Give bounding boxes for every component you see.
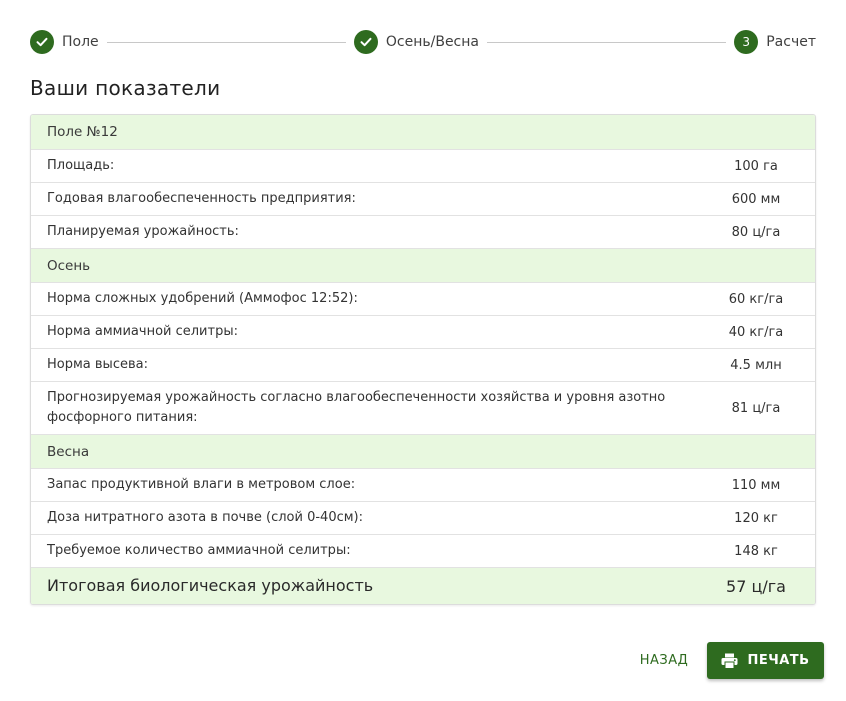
row-value: 600 мм xyxy=(731,191,781,207)
check-icon xyxy=(353,30,378,54)
stepper: Поле Осень/Весна 3 Расчет xyxy=(30,29,816,55)
total-row: Итоговая биологическая урожайность 57 ц/… xyxy=(31,567,815,604)
step-connector xyxy=(487,41,727,43)
row-value: 110 мм xyxy=(731,477,781,493)
step-autumn-spring[interactable]: Осень/Весна xyxy=(353,30,479,54)
row-label: Годовая влагообеспеченность предприятия: xyxy=(47,191,356,206)
table-row: Планируемая урожайность: 80 ц/га xyxy=(31,215,815,248)
print-label: ПЕЧАТЬ xyxy=(747,653,810,668)
row-label: Норма аммиачной селитры: xyxy=(47,324,238,339)
row-value: 120 кг xyxy=(734,510,778,526)
table-row: Норма сложных удобрений (Аммофос 12:52):… xyxy=(31,282,815,315)
row-label: Требуемое количество аммиачной селитры: xyxy=(47,543,351,558)
section-header-spring: Весна xyxy=(31,434,815,468)
row-value: 40 кг/га xyxy=(728,324,784,340)
section-title: Поле №12 xyxy=(47,124,118,140)
step-field[interactable]: Поле xyxy=(30,30,99,54)
table-row: Норма аммиачной селитры: 40 кг/га xyxy=(31,315,815,348)
section-header-field: Поле №12 xyxy=(31,115,815,149)
row-label: Запас продуктивной влаги в метровом слое… xyxy=(47,477,356,492)
page-title: Ваши показатели xyxy=(30,76,221,100)
row-label: Норма сложных удобрений (Аммофос 12:52): xyxy=(47,291,358,306)
table-row: Требуемое количество аммиачной селитры: … xyxy=(31,534,815,567)
row-label: Прогнозируемая урожайность согласно влаг… xyxy=(47,390,666,425)
row-value: 100 га xyxy=(734,158,778,174)
row-value: 60 кг/га xyxy=(728,291,784,307)
table-row: Площадь: 100 га xyxy=(31,149,815,182)
print-button[interactable]: ПЕЧАТЬ xyxy=(707,642,824,679)
total-label: Итоговая биологическая урожайность xyxy=(47,576,374,595)
step-connector xyxy=(106,41,346,43)
step-number: 3 xyxy=(734,30,759,54)
table-row: Доза нитратного азота в почве (слой 0-40… xyxy=(31,501,815,534)
results-table: Поле №12 Площадь: 100 га Годовая влагооб… xyxy=(30,114,816,605)
section-title: Весна xyxy=(47,443,90,460)
step-calculation[interactable]: 3 Расчет xyxy=(734,30,816,54)
step-label: Осень/Весна xyxy=(385,34,479,50)
table-row: Запас продуктивной влаги в метровом слое… xyxy=(31,468,815,501)
printer-icon xyxy=(721,653,738,669)
row-label: Норма высева: xyxy=(47,357,148,372)
back-button[interactable]: НАЗАД xyxy=(630,642,698,678)
row-value: 81 ц/га xyxy=(731,400,781,416)
row-value: 4.5 млн xyxy=(730,357,782,373)
table-row: Годовая влагообеспеченность предприятия:… xyxy=(31,182,815,215)
row-label: Доза нитратного азота в почве (слой 0-40… xyxy=(47,510,363,525)
step-label: Расчет xyxy=(766,34,816,50)
row-label: Площадь: xyxy=(47,158,115,173)
total-value: 57 ц/га xyxy=(726,576,786,596)
table-row: Прогнозируемая урожайность согласно влаг… xyxy=(31,381,815,434)
section-title: Осень xyxy=(47,257,91,274)
check-icon xyxy=(30,30,54,54)
table-row: Норма высева: 4.5 млн xyxy=(31,348,815,381)
row-label: Планируемая урожайность: xyxy=(47,224,239,239)
row-value: 80 ц/га xyxy=(731,224,781,240)
row-value: 148 кг xyxy=(734,543,778,559)
section-header-autumn: Осень xyxy=(31,248,815,282)
step-label: Поле xyxy=(62,34,99,50)
